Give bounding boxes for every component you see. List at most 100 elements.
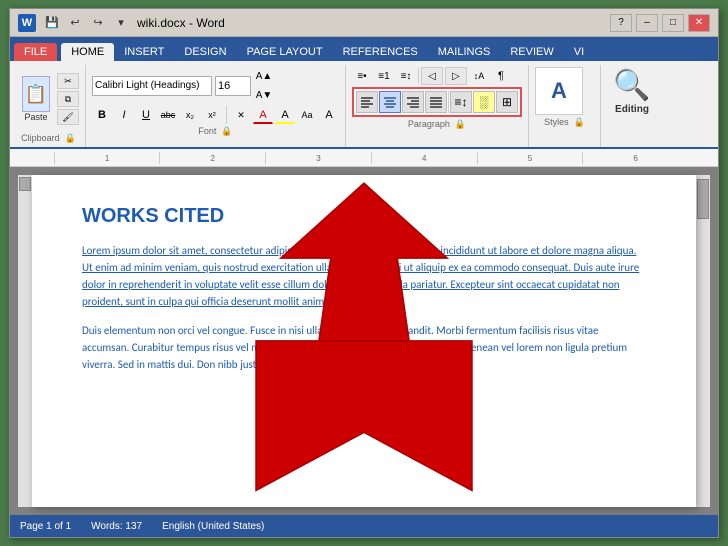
clipboard-label: Clipboard 🔒 bbox=[18, 131, 79, 145]
para1-text: Lorem ipsum dolor sit amet, consectetur … bbox=[82, 244, 639, 308]
redo-qat-button[interactable]: ↪ bbox=[88, 14, 108, 32]
ruler-mark-5: 5 bbox=[477, 152, 583, 164]
italic-button[interactable]: I bbox=[114, 106, 134, 124]
word-app-icon: W bbox=[18, 14, 36, 32]
ruler-mark-6: 6 bbox=[582, 152, 688, 164]
font-size-select[interactable] bbox=[215, 76, 251, 96]
paste-icon: 📋 bbox=[22, 76, 50, 112]
clipboard-controls: 📋 Paste ✂ ⧉ 🖌 bbox=[18, 67, 79, 131]
editing-icon: 🔍 bbox=[613, 71, 650, 101]
document-area: WORKS CITED Lorem ipsum dolor sit amet, … bbox=[10, 167, 718, 515]
ruler-mark-2: 2 bbox=[159, 152, 265, 164]
close-button[interactable]: ✕ bbox=[688, 14, 710, 32]
minimize-button[interactable]: – bbox=[636, 14, 658, 32]
increase-font-button[interactable]: A▲ bbox=[254, 67, 274, 85]
tab-mailings[interactable]: MAILINGS bbox=[428, 43, 501, 61]
titlebar: W 💾 ↩ ↪ ▾ wiki.docx - Word ? – □ ✕ bbox=[10, 9, 718, 37]
page-status: Page 1 of 1 bbox=[20, 521, 71, 532]
decrease-font-button[interactable]: A▼ bbox=[254, 86, 274, 104]
superscript-button[interactable]: x² bbox=[202, 106, 222, 124]
line-spacing-button[interactable]: ≡↕ bbox=[450, 91, 472, 113]
language-status: English (United States) bbox=[162, 521, 264, 532]
editing-group: 🔍 Editing bbox=[603, 65, 663, 147]
align-right-button[interactable] bbox=[402, 91, 424, 113]
titlebar-left: W 💾 ↩ ↪ ▾ wiki.docx - Word bbox=[18, 12, 225, 34]
tab-view[interactable]: VI bbox=[564, 43, 594, 61]
bullets-button[interactable]: ≡• bbox=[352, 67, 372, 85]
undo-qat-button[interactable]: ↩ bbox=[65, 14, 85, 32]
show-hide-button[interactable]: ¶ bbox=[491, 67, 511, 85]
ruler-mark-3: 3 bbox=[265, 152, 371, 164]
clipboard-group: 📋 Paste ✂ ⧉ 🖌 Clipboard 🔒 bbox=[14, 65, 86, 147]
ribbon: 📋 Paste ✂ ⧉ 🖌 Clipboard 🔒 A▲ A▼ bbox=[10, 61, 718, 149]
sort-button[interactable]: ↕A bbox=[469, 67, 489, 85]
font-group: A▲ A▼ B I U abc x₂ x² ✕ A A Aa A Font 🔒 bbox=[88, 65, 346, 147]
cut-button[interactable]: ✂ bbox=[57, 73, 79, 89]
paragraph-label: Paragraph 🔒 bbox=[352, 117, 522, 131]
document-paragraph-1: Lorem ipsum dolor sit amet, consectetur … bbox=[82, 242, 646, 310]
editing-label bbox=[607, 119, 657, 133]
strikethrough-button[interactable]: abc bbox=[158, 106, 178, 124]
clear-format-button[interactable]: ✕ bbox=[231, 106, 251, 124]
scrollbar-thumb[interactable] bbox=[697, 179, 709, 219]
para2-text: Duis elementum non orci vel congue. Fusc… bbox=[82, 324, 627, 371]
qat-more-button[interactable]: ▾ bbox=[111, 14, 131, 32]
font-label: Font 🔒 bbox=[92, 124, 339, 138]
titlebar-controls: ? – □ ✕ bbox=[610, 14, 710, 32]
clipboard-small-buttons: ✂ ⧉ 🖌 bbox=[57, 73, 79, 125]
tab-review[interactable]: REVIEW bbox=[500, 43, 563, 61]
shading-button[interactable]: ░ bbox=[473, 91, 495, 113]
underline-button[interactable]: U bbox=[136, 106, 156, 124]
tab-design[interactable]: DESIGN bbox=[174, 43, 236, 61]
tab-insert[interactable]: INSERT bbox=[114, 43, 174, 61]
numbering-button[interactable]: ≡1 bbox=[374, 67, 394, 85]
font-a2-button[interactable]: A bbox=[319, 106, 339, 124]
borders-button[interactable]: ⊞ bbox=[496, 91, 518, 113]
highlight-color-button[interactable]: A bbox=[275, 106, 295, 124]
list-buttons: ≡• ≡1 ≡↕ ◁ ▷ ↕A ¶ bbox=[352, 67, 522, 85]
subscript-button[interactable]: x₂ bbox=[180, 106, 200, 124]
align-center-button[interactable] bbox=[379, 91, 401, 113]
font-face-select[interactable] bbox=[92, 76, 212, 96]
help-button[interactable]: ? bbox=[610, 14, 632, 32]
bold-button[interactable]: B bbox=[92, 106, 112, 124]
styles-group: A Styles 🔒 bbox=[531, 65, 601, 147]
document-page[interactable]: WORKS CITED Lorem ipsum dolor sit amet, … bbox=[32, 175, 696, 507]
ribbon-tabs: FILE HOME INSERT DESIGN PAGE LAYOUT REFE… bbox=[10, 37, 718, 61]
left-scrollbar bbox=[18, 175, 32, 507]
doc-wrapper: WORKS CITED Lorem ipsum dolor sit amet, … bbox=[10, 167, 718, 515]
font-aa-button[interactable]: Aa bbox=[297, 106, 317, 124]
font-color-button[interactable]: A bbox=[253, 106, 273, 124]
words-status: Words: 137 bbox=[91, 521, 142, 532]
decrease-indent-button[interactable]: ◁ bbox=[421, 67, 443, 85]
paste-label: Paste bbox=[24, 112, 47, 122]
tab-page-layout[interactable]: PAGE LAYOUT bbox=[237, 43, 333, 61]
tab-file[interactable]: FILE bbox=[14, 43, 57, 61]
styles-icon[interactable]: A bbox=[535, 67, 583, 115]
multilevel-button[interactable]: ≡↕ bbox=[396, 67, 416, 85]
font-row2: B I U abc x₂ x² ✕ A A Aa A bbox=[92, 106, 339, 124]
styles-label: Styles 🔒 bbox=[535, 115, 594, 129]
ruler-marks: 1 2 3 4 5 6 bbox=[54, 152, 688, 164]
tab-references[interactable]: REFERENCES bbox=[333, 43, 428, 61]
paste-button[interactable]: 📋 Paste bbox=[18, 74, 54, 124]
font-row1: A▲ A▼ bbox=[92, 67, 339, 104]
copy-button[interactable]: ⧉ bbox=[57, 91, 79, 107]
statusbar: Page 1 of 1 Words: 137 English (United S… bbox=[10, 515, 718, 537]
vertical-scrollbar[interactable] bbox=[696, 175, 710, 507]
vertical-scroll-up[interactable] bbox=[19, 177, 31, 191]
paragraph-align-row: ≡↕ ░ ⊞ bbox=[352, 87, 522, 117]
paragraph-group: ≡• ≡1 ≡↕ ◁ ▷ ↕A ¶ bbox=[348, 65, 529, 147]
increase-indent-button[interactable]: ▷ bbox=[445, 67, 467, 85]
save-qat-button[interactable]: 💾 bbox=[42, 14, 62, 32]
align-left-button[interactable] bbox=[356, 91, 378, 113]
ruler: 1 2 3 4 5 6 bbox=[10, 149, 718, 167]
tab-home[interactable]: HOME bbox=[61, 43, 114, 61]
format-painter-button[interactable]: 🖌 bbox=[57, 109, 79, 125]
ruler-mark-1: 1 bbox=[54, 152, 160, 164]
restore-button[interactable]: □ bbox=[662, 14, 684, 32]
document-paragraph-2: Duis elementum non orci vel congue. Fusc… bbox=[82, 322, 646, 373]
ruler-mark-4: 4 bbox=[371, 152, 477, 164]
window-title: wiki.docx - Word bbox=[137, 16, 225, 30]
justify-button[interactable] bbox=[425, 91, 447, 113]
